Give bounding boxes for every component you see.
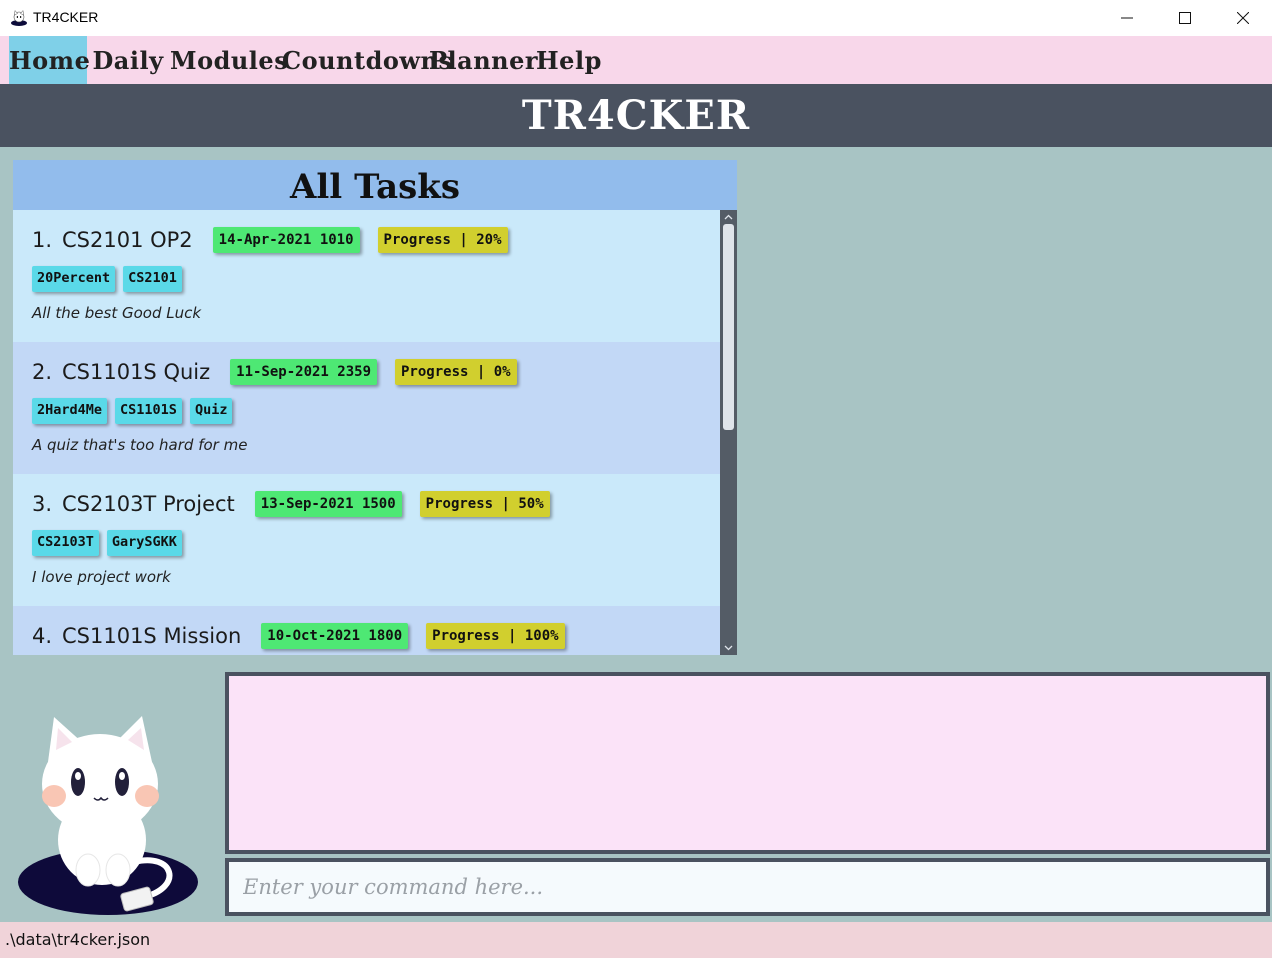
command-box [225, 858, 1270, 916]
app-cat-icon [11, 9, 27, 26]
task-name: CS1101S Quiz [62, 360, 211, 384]
task-tag: CS2101 [123, 266, 182, 292]
task-tag: CS1101S [115, 398, 182, 424]
task-description: All the best Good Luck [32, 304, 202, 322]
task-tags: 20Percent CS2101 [32, 266, 720, 292]
menu-modules[interactable]: Modules [170, 36, 288, 84]
task-card[interactable]: 1. CS2101 OP2 14-Apr-2021 1010 Progress … [13, 210, 720, 342]
minimize-icon [1121, 17, 1133, 19]
task-deadline-chip: 13-Sep-2021 1500 [254, 491, 402, 517]
scroll-down-arrow-icon[interactable] [720, 642, 737, 654]
task-index: 4. [32, 624, 53, 648]
task-description: A quiz that's too hard for me [32, 436, 248, 454]
task-progress-chip: Progress | 20% [377, 227, 508, 253]
tasks-panel-header: All Tasks [13, 160, 737, 210]
task-deadline-chip: 14-Apr-2021 1010 [212, 227, 360, 253]
task-tag: 2Hard4Me [32, 398, 108, 424]
menu-planner[interactable]: Planner [429, 36, 538, 84]
scroll-up-arrow-icon[interactable] [720, 211, 737, 223]
task-card[interactable]: 4. CS1101S Mission 10-Oct-2021 1800 Prog… [13, 606, 720, 655]
task-index: 2. [32, 360, 53, 384]
task-name: CS2101 OP2 [62, 228, 193, 252]
app-header: TR4CKER [0, 84, 1272, 147]
task-progress-chip: Progress | 50% [419, 491, 550, 517]
task-tag: Quiz [189, 398, 233, 424]
menu-daily[interactable]: Daily [92, 36, 164, 84]
task-progress-chip: Progress | 0% [395, 359, 517, 385]
result-display [225, 672, 1270, 854]
command-input[interactable] [229, 862, 1266, 912]
status-file-path: .\data\tr4cker.json [5, 930, 151, 949]
app-header-title: TR4CKER [521, 92, 751, 139]
task-description: I love project work [32, 568, 171, 586]
task-tags: CS2103T GarySGKK [32, 530, 720, 556]
menu-bar: Home Daily Modules Countdowns Planner He… [0, 36, 1272, 84]
window-title: TR4CKER [33, 9, 99, 25]
status-bar: .\data\tr4cker.json [0, 922, 1272, 958]
menu-home[interactable]: Home [9, 36, 90, 84]
task-name: CS1101S Mission [62, 624, 242, 648]
cat-mascot-icon [18, 716, 198, 915]
scroll-thumb[interactable] [723, 224, 734, 430]
task-index: 3. [32, 492, 53, 516]
task-tag: CS2103T [32, 530, 99, 556]
task-card[interactable]: 2. CS1101S Quiz 11-Sep-2021 2359 Progres… [13, 342, 720, 474]
task-name: CS2103T Project [62, 492, 235, 516]
close-icon [1237, 12, 1249, 24]
task-tags: 2Hard4Me CS1101S Quiz [32, 398, 720, 424]
minimize-button[interactable] [1098, 0, 1156, 36]
tasks-panel-title: All Tasks [290, 167, 460, 207]
window-titlebar: TR4CKER [0, 0, 1272, 36]
menu-countdowns[interactable]: Countdowns [282, 36, 452, 84]
task-progress-chip: Progress | 100% [426, 623, 565, 649]
tasks-panel: All Tasks 1. CS2101 OP2 14-Apr-2021 1010… [13, 160, 737, 655]
task-list[interactable]: 1. CS2101 OP2 14-Apr-2021 1010 Progress … [13, 210, 720, 655]
maximize-button[interactable] [1156, 0, 1214, 36]
task-deadline-chip: 10-Oct-2021 1800 [261, 623, 409, 649]
menu-help[interactable]: Help [536, 36, 601, 84]
task-index: 1. [32, 228, 53, 252]
task-tag: 20Percent [32, 266, 116, 292]
maximize-icon [1179, 12, 1191, 24]
task-deadline-chip: 11-Sep-2021 2359 [230, 359, 377, 385]
task-tag: GarySGKK [106, 530, 182, 556]
task-card[interactable]: 3. CS2103T Project 13-Sep-2021 1500 Prog… [13, 474, 720, 606]
task-list-scrollbar[interactable] [720, 210, 737, 655]
close-button[interactable] [1214, 0, 1272, 36]
